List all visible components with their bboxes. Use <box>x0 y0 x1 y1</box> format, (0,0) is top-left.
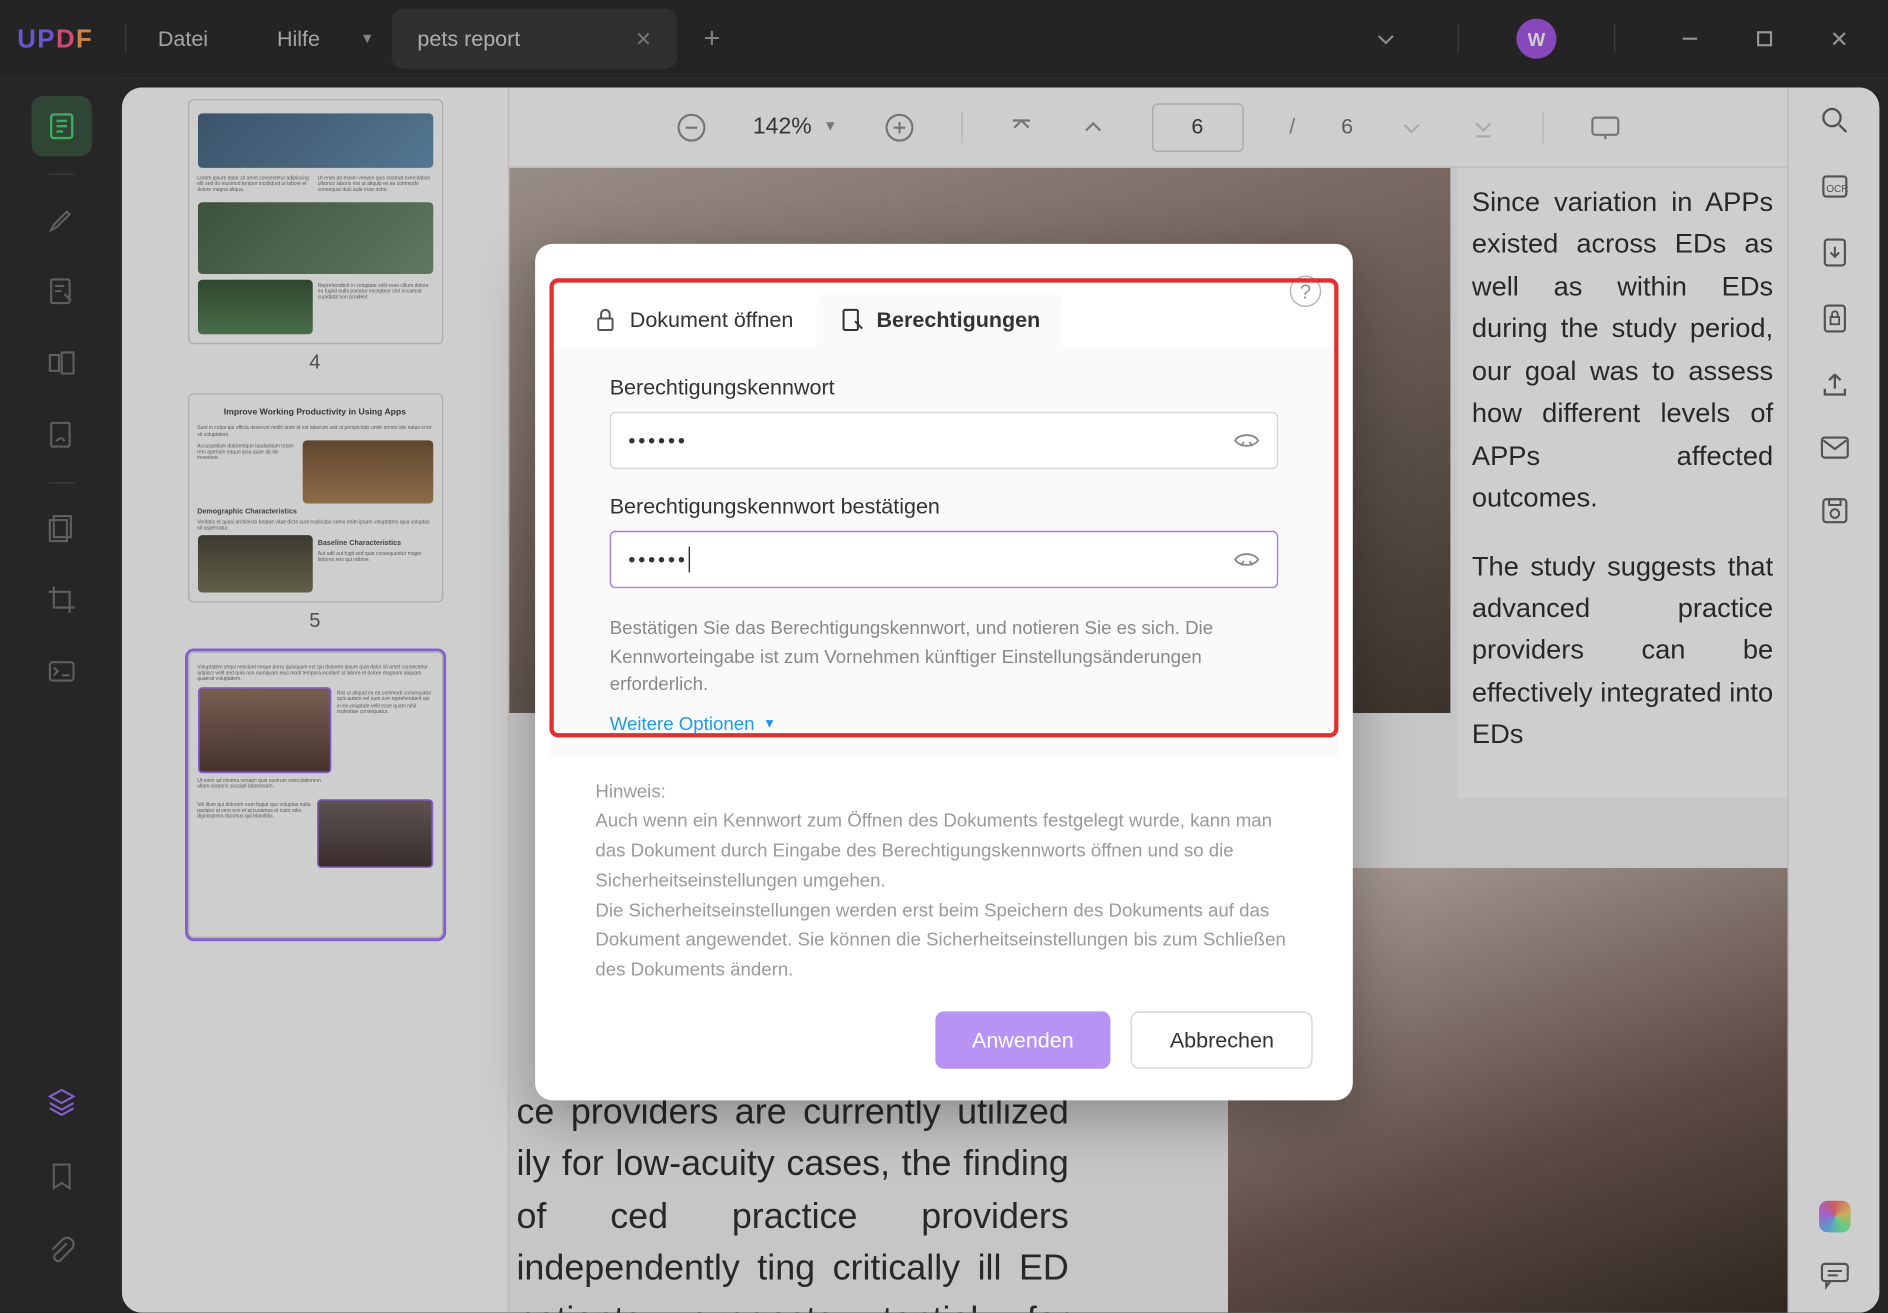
apply-button[interactable]: Anwenden <box>935 1012 1111 1069</box>
tab-open-document[interactable]: Dokument öffnen <box>570 293 817 348</box>
modal-hint-text: Hinweis: Auch wenn ein Kennwort zum Öffn… <box>535 757 1353 1000</box>
chevron-down-icon: ▼ <box>763 716 776 730</box>
cancel-button[interactable]: Abbrechen <box>1131 1012 1313 1069</box>
permissions-password-input[interactable]: •••••• <box>610 412 1279 469</box>
document-edit-icon <box>839 307 865 333</box>
confirm-password-input[interactable]: •••••• <box>610 531 1279 588</box>
tab-permissions[interactable]: Berechtigungen <box>816 293 1063 348</box>
modal-overlay: ? Dokument öffnen Berechtigungen Berecht… <box>0 0 1888 1313</box>
modal-close-button[interactable]: ? <box>1290 275 1322 307</box>
confirm-hint-text: Bestätigen Sie das Berechtigungskennwort… <box>610 614 1279 698</box>
lock-icon <box>592 307 618 333</box>
password-label: Berechtigungskennwort <box>610 376 1279 400</box>
security-settings-modal: ? Dokument öffnen Berechtigungen Berecht… <box>535 244 1353 1101</box>
more-options-toggle[interactable]: Weitere Optionen▼ <box>610 712 1279 745</box>
show-password-icon[interactable] <box>1232 549 1261 569</box>
confirm-password-label: Berechtigungskennwort bestätigen <box>610 495 1279 519</box>
show-password-icon[interactable] <box>1232 430 1261 450</box>
